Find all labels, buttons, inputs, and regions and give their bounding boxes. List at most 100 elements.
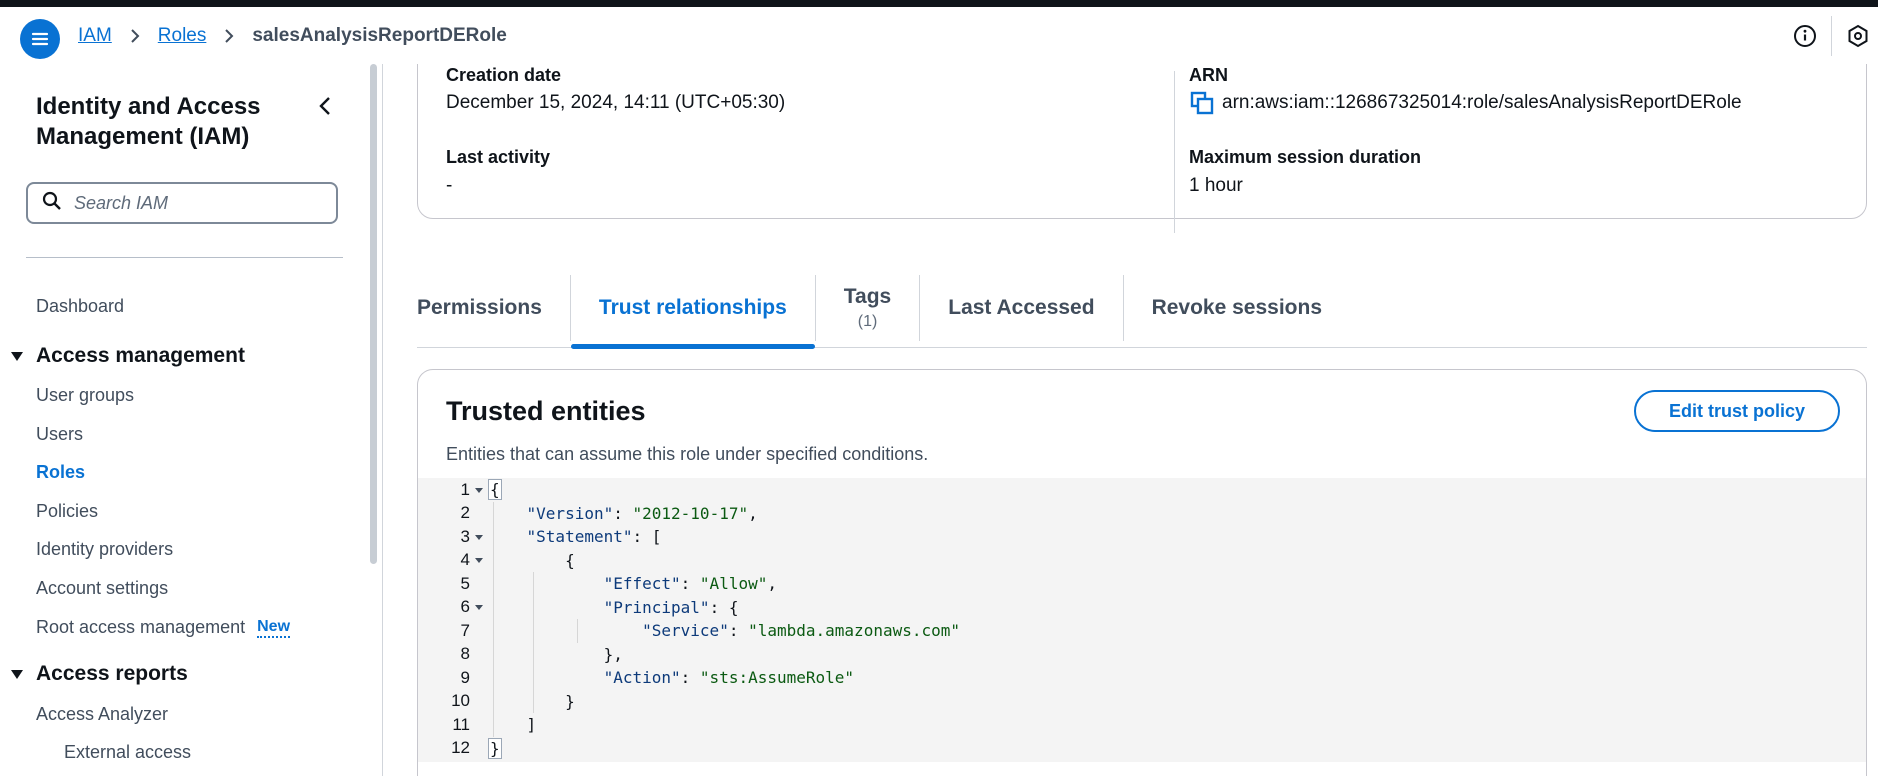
indent-guide [533, 572, 534, 713]
fold-caret-icon[interactable] [470, 556, 488, 564]
code-text: ] [488, 715, 537, 735]
sidebar-item-external-access[interactable]: External access [64, 742, 191, 763]
code-line: 7 "Service": "lambda.amazonaws.com" [418, 619, 1866, 643]
line-number: 1 [460, 479, 470, 499]
code-line: 12} [418, 737, 1866, 761]
arn-row: arn:aws:iam::126867325014:role/salesAnal… [1190, 91, 1742, 115]
line-number: 3 [460, 526, 470, 546]
indent-guide [577, 619, 578, 643]
creation-date-label: Creation date [446, 65, 562, 85]
top-icons [1793, 7, 1870, 64]
trusted-entities-card: Trusted entities Entities that can assum… [417, 369, 1867, 776]
hamburger-icon[interactable] [20, 19, 60, 59]
line-number: 10 [451, 691, 470, 711]
code-text: { [488, 550, 575, 570]
line-number: 2 [460, 503, 470, 523]
breadcrumb: IAM Roles salesAnalysisReportDERole [78, 7, 507, 64]
sidebar-item-dashboard[interactable]: Dashboard [36, 296, 124, 317]
sidebar-title: Identity and Access Management (IAM) [36, 93, 261, 150]
tab-label: Permissions [417, 296, 542, 319]
role-tabs: Permissions Trust relationships Tags (1)… [417, 268, 1867, 349]
max-session-label: Maximum session duration [1189, 147, 1422, 167]
sidebar-item-root-access-management[interactable]: Root access management New [36, 617, 291, 638]
last-activity-value: - [446, 175, 453, 196]
code-text: } [488, 737, 502, 759]
top-divider [1831, 15, 1832, 56]
line-number: 7 [460, 620, 470, 640]
code-text: "Version": "2012-10-17", [526, 503, 758, 523]
tab-label: Tags [843, 285, 892, 308]
sidebar-item-user-groups[interactable]: User groups [36, 385, 134, 406]
chevron-right-icon [222, 28, 236, 43]
code-line: 2 "Version": "2012-10-17", [418, 502, 1866, 526]
code-text: "Action": "sts:AssumeRole" [603, 668, 855, 688]
top-navigation-bar: IAM Roles salesAnalysisReportDERole [0, 7, 1878, 64]
tab-label: Trust relationships [598, 296, 787, 319]
sidebar-divider [26, 257, 343, 258]
chevron-left-icon[interactable] [314, 94, 338, 118]
caret-down-icon [11, 670, 23, 679]
sidebar-item-access-analyzer[interactable]: Access Analyzer [36, 704, 168, 725]
fold-caret-icon[interactable] [470, 603, 488, 611]
fold-caret-icon[interactable] [470, 533, 488, 541]
sidebar-item-users[interactable]: Users [36, 424, 83, 445]
code-text: }, [488, 644, 623, 664]
new-badge: New [257, 618, 291, 638]
tab-label: Last Accessed [948, 296, 1095, 319]
breadcrumb-current: salesAnalysisReportDERole [252, 24, 507, 46]
code-line: 10 } [418, 690, 1866, 714]
sidebar-section-label: Access reports [36, 662, 188, 685]
line-number: 11 [452, 714, 470, 734]
trusted-entities-title: Trusted entities [446, 396, 646, 426]
line-number: 5 [460, 573, 470, 593]
column-divider [1174, 71, 1175, 233]
code-line: 1{ [418, 478, 1866, 502]
policy-code-editor[interactable]: 1{2 "Version": "2012-10-17", 3 "Statement… [418, 478, 1866, 762]
arn-label: ARN [1189, 65, 1228, 85]
sidebar-scrollbar[interactable] [370, 64, 377, 564]
caret-down-icon [11, 352, 23, 361]
breadcrumb-iam[interactable]: IAM [78, 25, 112, 47]
code-line: 5 "Effect": "Allow", [418, 572, 1866, 596]
tab-trust-relationships[interactable]: Trust relationships [570, 268, 815, 349]
main-content: Creation date December 15, 2024, 14:11 (… [384, 64, 1878, 776]
code-line: 8 }, [418, 643, 1866, 667]
tab-count: (1) [857, 313, 878, 330]
sidebar-item-identity-providers[interactable]: Identity providers [36, 539, 173, 560]
code-text: { [488, 479, 502, 501]
last-activity-label: Last activity [446, 147, 551, 167]
tab-tags[interactable]: Tags (1) [816, 268, 919, 348]
tab-permissions[interactable]: Permissions [417, 268, 570, 348]
tab-last-accessed[interactable]: Last Accessed [920, 268, 1122, 348]
code-text: "Principal": { [603, 597, 739, 617]
sidebar-section-access-management[interactable]: Access management [10, 344, 245, 368]
arn-value: arn:aws:iam::126867325014:role/salesAnal… [1222, 92, 1742, 113]
search-input[interactable] [74, 192, 314, 214]
copy-icon[interactable] [1190, 91, 1214, 115]
trusted-entities-description: Entities that can assume this role under… [446, 444, 929, 464]
sidebar-item-roles[interactable]: Roles [36, 462, 85, 483]
info-icon[interactable] [1793, 24, 1817, 48]
line-number: 4 [460, 550, 470, 570]
code-line: 6 "Principal": { [418, 596, 1866, 620]
breadcrumb-roles[interactable]: Roles [158, 25, 207, 47]
sidebar-item-policies[interactable]: Policies [36, 501, 98, 522]
max-session-value: 1 hour [1189, 175, 1243, 196]
code-line: 11 ] [418, 713, 1866, 737]
sidebar-item-label: Root access management [36, 617, 246, 637]
code-text: "Service": "lambda.amazonaws.com" [642, 621, 961, 641]
line-number: 8 [460, 644, 470, 664]
code-line: 9 "Action": "sts:AssumeRole" [418, 666, 1866, 690]
tab-label: Revoke sessions [1151, 296, 1322, 319]
edit-trust-policy-button[interactable]: Edit trust policy [1634, 390, 1840, 432]
fold-caret-icon[interactable] [470, 486, 488, 494]
code-line: 4 { [418, 549, 1866, 573]
hexagon-settings-icon[interactable] [1846, 24, 1870, 48]
code-text: "Statement": [ [526, 527, 662, 547]
sidebar-item-account-settings[interactable]: Account settings [36, 578, 168, 599]
sidebar-section-access-reports[interactable]: Access reports [10, 662, 188, 686]
line-number: 12 [451, 738, 470, 758]
top-strip [0, 0, 1878, 7]
indent-guide [493, 501, 494, 737]
tab-revoke-sessions[interactable]: Revoke sessions [1124, 268, 1350, 348]
